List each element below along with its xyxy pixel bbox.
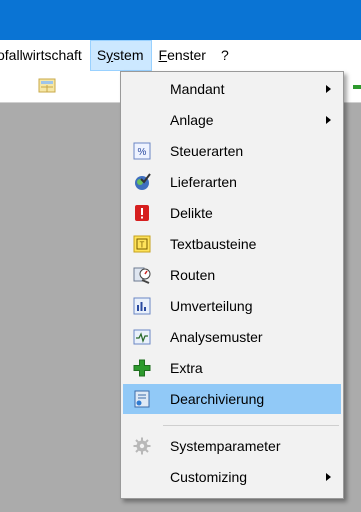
menu-bar: ofallwirtschaft System Fenster ? [0,40,361,71]
menu-item-label: Anlage [170,112,214,128]
submenu-arrow-icon [326,85,331,93]
menu-separator [163,425,339,426]
menu-fenster-post: enster [167,47,206,63]
menu-item-dearchivierung[interactable]: Dearchivierung [123,384,341,414]
menu-item-label: Routen [170,267,216,283]
menu-item-label: Analysemuster [170,329,263,345]
menu-abfallwirtschaft[interactable]: ofallwirtschaft [0,40,90,71]
submenu-arrow-icon [326,473,331,481]
menu-item-label: Extra [170,360,203,376]
menu-item-systemparameter[interactable]: Systemparameter [123,431,341,461]
menu-item-steuerarten[interactable]: % Steuerarten [123,136,341,166]
line-chart-icon [133,329,151,345]
cash-register-icon[interactable] [37,77,57,95]
menu-item-textbausteine[interactable]: T Textbausteine [123,229,341,259]
menu-help[interactable]: ? [214,40,237,71]
gear-icon [133,437,151,455]
menu-item-label: Customizing [170,469,248,485]
menu-item-label: Mandant [170,81,225,97]
green-plus-icon [133,359,151,377]
bar-chart-icon [133,297,151,315]
toolbar-edge-icon [353,85,361,89]
menu-system[interactable]: System [89,40,152,71]
svg-text:%: % [138,147,147,158]
menu-system-post: stem [113,47,144,63]
menu-item-label: Lieferarten [170,174,237,190]
archive-icon [134,390,150,408]
system-dropdown-menu: Mandant Anlage % Steuerarten Lieferarten… [120,71,344,499]
menu-item-label: Delikte [170,205,213,221]
menu-fenster[interactable]: Fenster [152,40,214,71]
menu-item-label: Dearchivierung [170,391,265,407]
menu-item-extra[interactable]: Extra [123,353,341,383]
menu-item-mandant[interactable]: Mandant [123,74,341,104]
menu-system-pre: S [96,47,107,63]
menu-item-delikte[interactable]: Delikte [123,198,341,228]
text-block-icon: T [133,235,151,253]
menu-item-routen[interactable]: Routen [123,260,341,290]
svg-text:T: T [140,241,145,250]
menu-item-label: Systemparameter [170,438,281,454]
submenu-arrow-icon [326,116,331,124]
menu-item-umverteilung[interactable]: Umverteilung [123,291,341,321]
menu-item-analysemuster[interactable]: Analysemuster [123,322,341,352]
menu-item-label: Umverteilung [170,298,253,314]
menu-item-anlage[interactable]: Anlage [123,105,341,135]
exclamation-icon [135,205,149,221]
menu-item-label: Textbausteine [170,236,257,252]
title-bar [0,0,361,40]
globe-check-icon [135,173,151,190]
percent-icon: % [133,142,151,160]
menu-item-label: Steuerarten [170,143,244,159]
route-icon [133,267,151,284]
menu-fenster-accel: F [158,47,168,63]
menu-item-lieferarten[interactable]: Lieferarten [123,167,341,197]
menu-item-customizing[interactable]: Customizing [123,462,341,492]
